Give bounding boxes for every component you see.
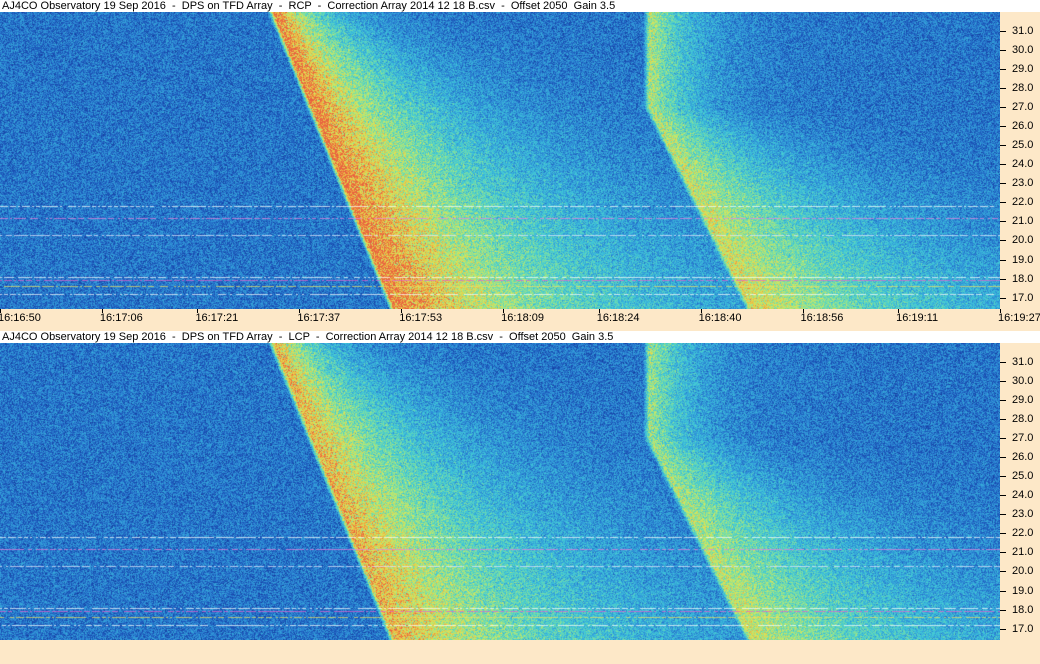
y-tick-mark [1000, 571, 1006, 573]
y-tick-text: 29.0 [1012, 394, 1034, 407]
y-tick-mark [1000, 362, 1006, 364]
y-tick-mark [1000, 419, 1006, 421]
y-tick-text: 26.0 [1012, 120, 1034, 133]
y-tick-text: 27.0 [1012, 432, 1034, 445]
rcp-frequency-axis: 17.0 18.0 19.0 20.0 21.0 22.0 23.0 24.0 25.0 26.0… [1000, 12, 1040, 309]
y-tick-mark [1000, 88, 1006, 90]
y-tick-text: 23.0 [1012, 177, 1034, 190]
y-tick-mark [1000, 609, 1006, 611]
y-tick-text: 19.0 [1012, 584, 1034, 597]
lcp-title: AJ4CO Observatory 19 Sep 2016 - DPS on T… [0, 331, 1040, 343]
x-tick-text: 16:16:50 [0, 312, 41, 324]
y-tick-mark [1000, 400, 1006, 402]
y-tick-mark [1000, 590, 1006, 592]
x-tick-text: 16:17:53 [399, 312, 443, 324]
x-tick-text: 16:18:40 [698, 312, 742, 324]
y-tick-text: 30.0 [1012, 44, 1034, 57]
y-tick-mark [1000, 107, 1006, 109]
y-tick-mark [1000, 183, 1006, 185]
y-tick-mark [1000, 221, 1006, 223]
y-tick-mark [1000, 126, 1006, 128]
y-tick-text: 28.0 [1012, 82, 1034, 95]
y-tick-text: 25.0 [1012, 470, 1034, 483]
y-tick-mark [1000, 69, 1006, 71]
y-tick-text: 20.0 [1012, 234, 1034, 247]
x-tick-text: 16:19:27 [998, 312, 1040, 324]
y-tick-mark [1000, 240, 1006, 242]
x-tick-text: 16:18:24 [596, 312, 640, 324]
y-tick-text: 25.0 [1012, 139, 1034, 152]
y-tick-mark [1000, 514, 1006, 516]
y-tick-text: 29.0 [1012, 63, 1034, 76]
y-tick-mark [1000, 31, 1006, 33]
lcp-spectrogram-canvas [0, 343, 1000, 640]
y-tick-text: 31.0 [1012, 356, 1034, 369]
y-tick-text: 17.0 [1012, 291, 1034, 304]
x-tick-text: 16:19:11 [896, 312, 939, 324]
y-tick-mark [1000, 164, 1006, 166]
y-tick-text: 23.0 [1012, 508, 1034, 521]
y-tick-mark [1000, 457, 1006, 459]
y-tick-mark [1000, 533, 1006, 535]
y-tick-text: 30.0 [1012, 375, 1034, 388]
y-tick-text: 19.0 [1012, 253, 1034, 266]
y-tick-text: 26.0 [1012, 451, 1034, 464]
lcp-frequency-axis: 17.0 18.0 19.0 20.0 21.0 22.0 23.0 24.0 25.0 26.0… [1000, 343, 1040, 640]
y-tick-mark [1000, 495, 1006, 497]
y-tick-mark [1000, 145, 1006, 147]
y-tick-text: 24.0 [1012, 489, 1034, 502]
y-tick-text: 22.0 [1012, 196, 1034, 209]
x-tick-text: 16:17:21 [195, 312, 239, 324]
y-tick-text: 21.0 [1012, 546, 1034, 559]
x-tick-text: 16:18:56 [800, 312, 844, 324]
y-tick-text: 24.0 [1012, 158, 1034, 171]
time-axis: 16:16:50 16:17:06 16:17:21 16:17:37 16:17:53… [0, 309, 1040, 331]
y-tick-mark [1000, 381, 1006, 383]
y-tick-text: 22.0 [1012, 527, 1034, 540]
x-tick-text: 16:18:09 [501, 312, 544, 324]
y-tick-text: 31.0 [1012, 25, 1034, 38]
y-tick-mark [1000, 476, 1006, 478]
rcp-spectrogram-canvas [0, 12, 1000, 309]
y-tick-text: 20.0 [1012, 565, 1034, 578]
y-tick-mark [1000, 297, 1006, 299]
y-tick-text: 18.0 [1012, 603, 1034, 616]
y-tick-mark [1000, 259, 1006, 261]
y-tick-text: 27.0 [1012, 101, 1034, 114]
rcp-spectrogram [0, 12, 1000, 309]
y-tick-mark [1000, 552, 1006, 554]
y-tick-text: 21.0 [1012, 215, 1034, 228]
y-tick-text: 28.0 [1012, 413, 1034, 426]
y-tick-mark [1000, 278, 1006, 280]
y-tick-mark [1000, 438, 1006, 440]
y-tick-text: 18.0 [1012, 272, 1034, 285]
y-tick-mark [1000, 50, 1006, 52]
y-tick-mark [1000, 202, 1006, 204]
y-tick-mark [1000, 628, 1006, 630]
lcp-spectrogram [0, 343, 1000, 640]
rcp-title: AJ4CO Observatory 19 Sep 2016 - DPS on T… [0, 0, 1040, 12]
x-tick-text: 16:17:37 [297, 312, 341, 324]
y-tick-text: 17.0 [1012, 622, 1034, 635]
lcp-time-axis [0, 640, 1040, 664]
x-tick-text: 16:17:06 [99, 312, 143, 324]
